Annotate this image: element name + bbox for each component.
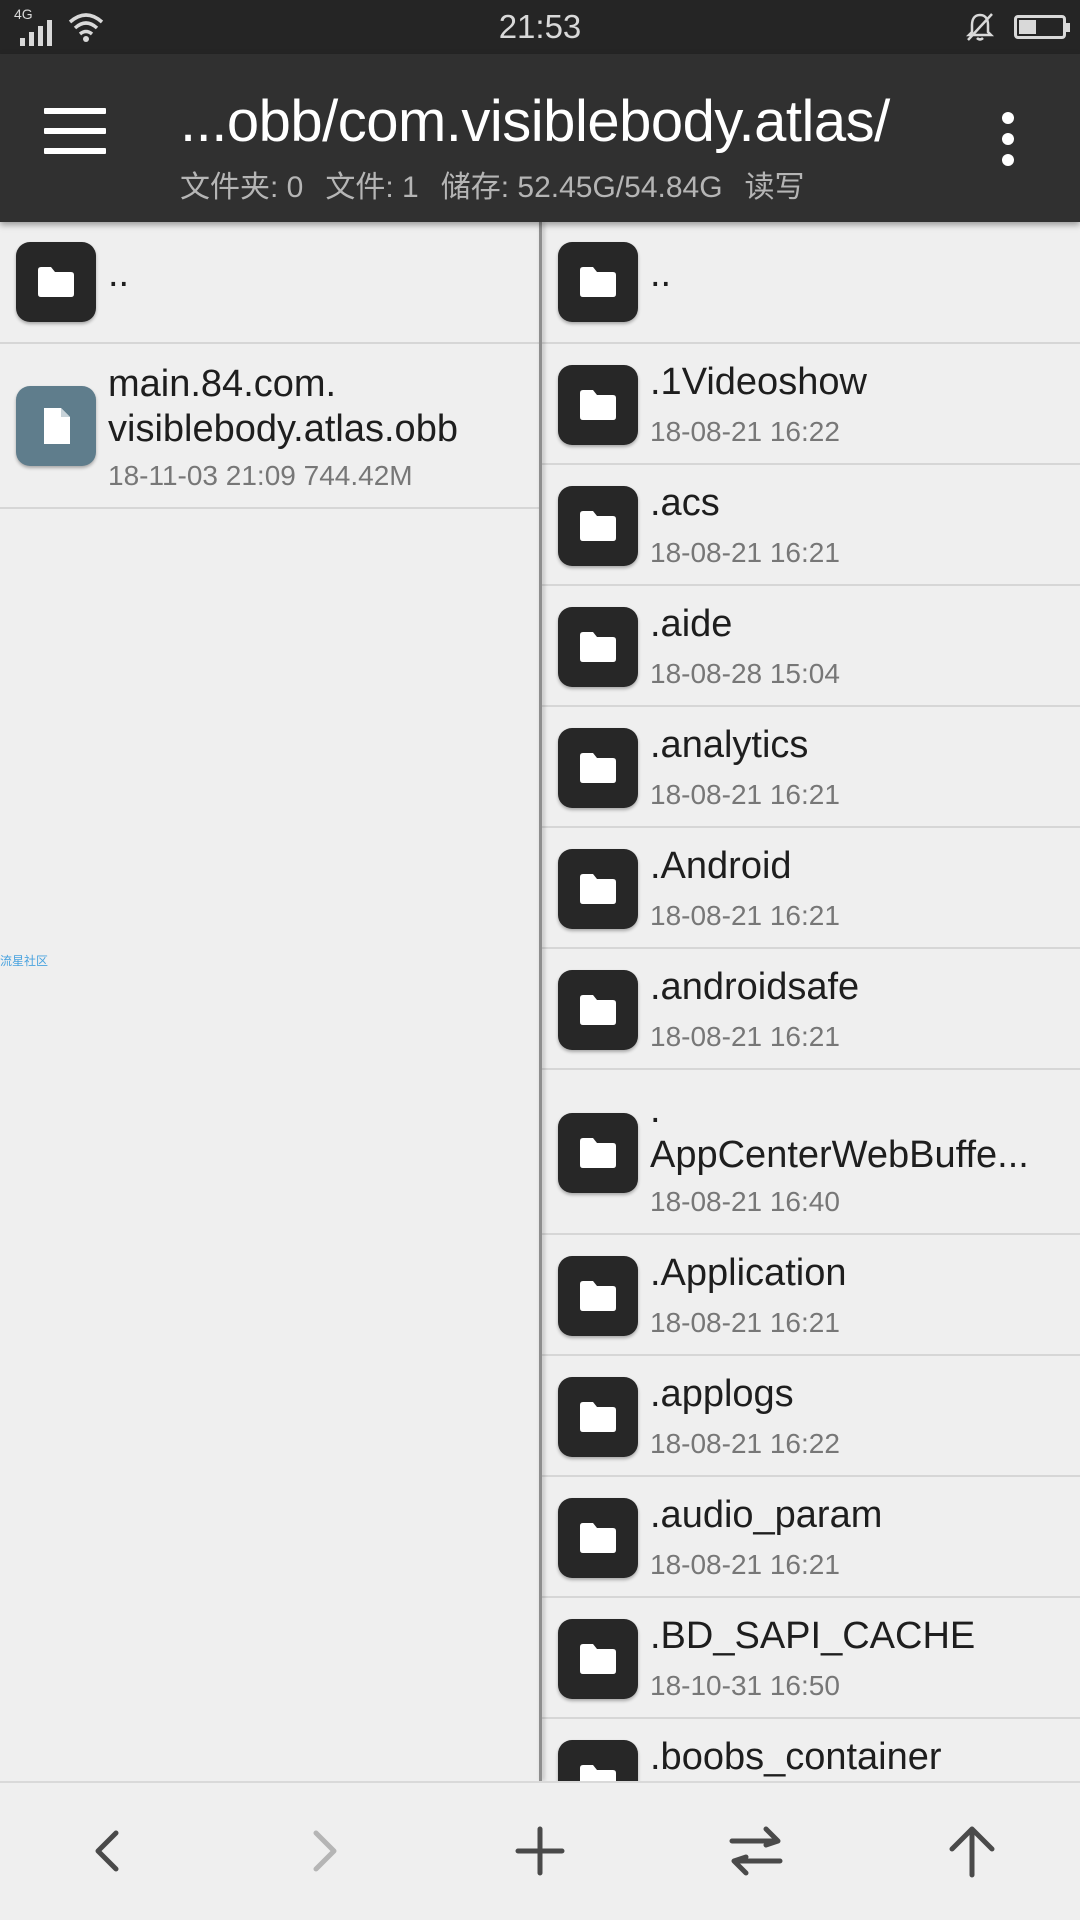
folder-icon [558, 1255, 638, 1336]
folder-name: .acs [650, 482, 720, 524]
folder-icon [558, 364, 638, 445]
folder-row[interactable]: .BD_SAPI_CACHE 18-10-31 16:50 [542, 1598, 1080, 1719]
folder-row[interactable]: .Application 18-08-21 16:21 [542, 1235, 1080, 1356]
folder-icon [558, 1497, 638, 1578]
left-pane[interactable]: .. main.84.com. visiblebody.atlas.obb 18… [0, 222, 540, 1781]
folder-date: 18-08-21 16:21 [650, 779, 840, 810]
up-directory-button[interactable] [932, 1811, 1012, 1891]
storage-info: 储存: 52.45G/54.84G [440, 171, 723, 204]
folder-row[interactable]: .acs 18-08-21 16:21 [542, 465, 1080, 586]
folder-count: 文件夹: 0 [180, 171, 304, 204]
clock: 21:53 [498, 8, 582, 45]
folder-name: .aide [650, 603, 733, 645]
file-icon [16, 386, 96, 466]
folder-name-line2: AppCenterWebBuffe... [650, 1134, 1029, 1176]
file-row[interactable]: main.84.com. visiblebody.atlas.obb 18-11… [0, 344, 540, 509]
more-options-icon[interactable] [988, 112, 1028, 166]
folder-date: 18-10-31 16:50 [650, 1670, 840, 1701]
folder-name: .1Videoshow [650, 361, 867, 403]
bottom-bar [0, 1781, 1080, 1920]
folder-name: .boobs_container [650, 1736, 942, 1778]
swap-icon [729, 1826, 783, 1876]
folder-name: .Android [650, 845, 792, 887]
parent-directory-label: .. [108, 253, 130, 295]
folder-name-line1: . [650, 1089, 661, 1131]
folder-row[interactable]: .analytics 18-08-21 16:21 [542, 707, 1080, 828]
folder-date: 18-08-21 16:40 [650, 1186, 840, 1217]
bell-muted-icon [965, 13, 995, 41]
folder-icon [558, 848, 638, 929]
file-name-line2: visiblebody.atlas.obb [108, 408, 458, 450]
folder-row[interactable]: .androidsafe 18-08-21 16:21 [542, 949, 1080, 1070]
folder-icon [558, 1739, 638, 1781]
battery-level [1019, 20, 1036, 34]
status-bar: 4G 21:53 [0, 0, 1080, 54]
folder-name: .applogs [650, 1373, 794, 1415]
folder-date: 18-08-21 16:21 [650, 1549, 840, 1580]
folder-date: 18-08-21 16:21 [650, 1307, 840, 1338]
folder-icon [558, 242, 638, 322]
path-info: 文件夹: 0 文件: 1 储存: 52.45G/54.84G 读写 [180, 162, 805, 206]
folder-row[interactable]: .1Videoshow 18-08-21 16:22 [542, 344, 1080, 465]
folder-name: .analytics [650, 724, 809, 766]
folder-date: 18-08-28 15:04 [650, 658, 840, 689]
folder-name: .BD_SAPI_CACHE [650, 1615, 976, 1657]
pane-divider [539, 222, 542, 1781]
folder-date: 18-08-21 16:21 [650, 1021, 840, 1052]
battery-icon [1014, 15, 1070, 39]
chevron-right-icon [313, 1830, 337, 1872]
add-button[interactable] [500, 1811, 580, 1891]
folder-date: 18-08-21 16:22 [650, 416, 840, 447]
folder-icon [16, 242, 96, 322]
forward-button[interactable] [284, 1811, 364, 1891]
folder-row[interactable]: .Android 18-08-21 16:21 [542, 828, 1080, 949]
chevron-left-icon [95, 1830, 119, 1872]
arrow-up-icon [949, 1826, 995, 1878]
folder-name: .Application [650, 1252, 847, 1294]
folder-icon [558, 1112, 638, 1193]
access-mode: 读写 [744, 171, 805, 204]
file-count: 文件: 1 [325, 171, 419, 204]
folder-row[interactable]: .aide 18-08-28 15:04 [542, 586, 1080, 707]
menu-icon[interactable] [44, 104, 106, 160]
swap-panes-button[interactable] [716, 1811, 796, 1891]
parent-directory-row[interactable]: .. [0, 222, 540, 344]
current-path: ...obb/com.visiblebody.atlas/ [180, 89, 890, 154]
folder-icon [558, 1618, 638, 1699]
folder-icon [558, 485, 638, 566]
folder-name: .audio_param [650, 1494, 883, 1536]
toolbar: ...obb/com.visiblebody.atlas/ 文件夹: 0 文件:… [0, 54, 1080, 222]
folder-icon [558, 1376, 638, 1457]
parent-directory-row[interactable]: .. [542, 222, 1080, 344]
folder-date: 18-08-21 16:22 [650, 1428, 840, 1459]
status-right [964, 10, 1070, 44]
back-button[interactable] [68, 1811, 148, 1891]
file-meta: 18-11-03 21:09 744.42M [108, 460, 413, 491]
folder-date: 18-08-21 16:21 [650, 537, 840, 568]
folder-date: 18-08-21 16:21 [650, 900, 840, 931]
folder-row[interactable]: .applogs 18-08-21 16:22 [542, 1356, 1080, 1477]
right-pane[interactable]: .. .1Videoshow 18-08-21 16:22 .acs 18-08-21… [542, 222, 1080, 1781]
folder-row[interactable]: . AppCenterWebBuffe... 18-08-21 16:40 [542, 1070, 1080, 1235]
file-name-line1: main.84.com. [108, 363, 337, 405]
watermark: 流星社区 [0, 954, 49, 968]
folder-icon [558, 727, 638, 808]
folder-icon [558, 606, 638, 687]
folder-row[interactable]: .boobs_container [542, 1719, 1080, 1781]
parent-directory-label: .. [650, 253, 672, 295]
folder-row[interactable]: .audio_param 18-08-21 16:21 [542, 1477, 1080, 1598]
plus-icon [515, 1826, 565, 1876]
folder-name: .androidsafe [650, 966, 860, 1008]
folder-icon [558, 969, 638, 1050]
